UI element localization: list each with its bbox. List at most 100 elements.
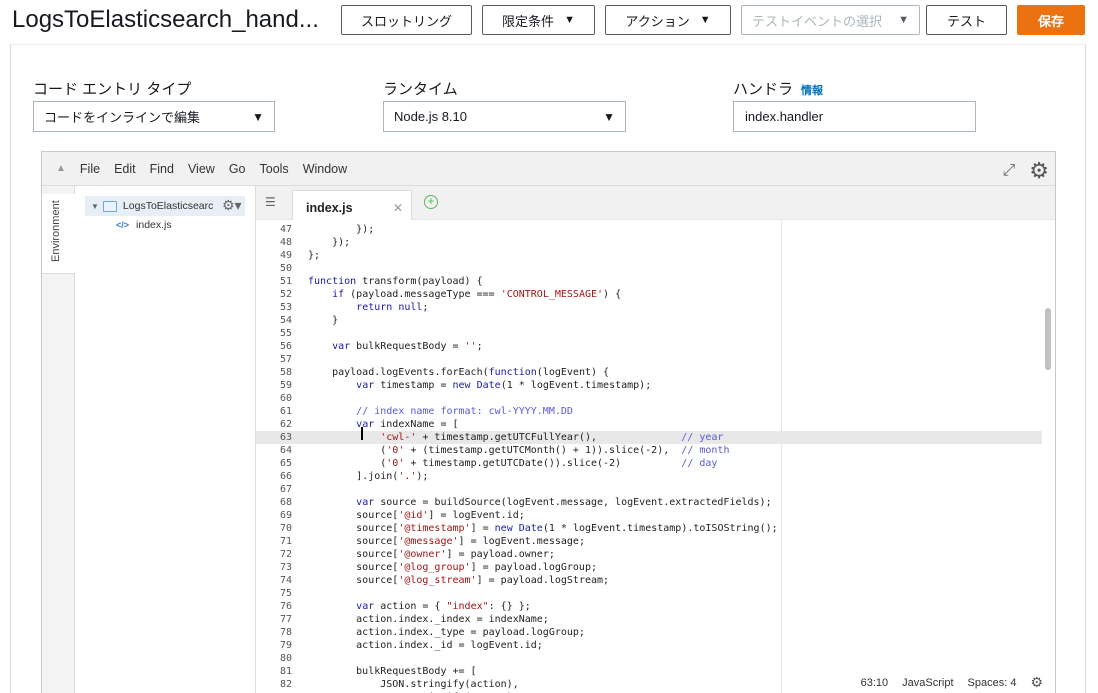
tab-index-js[interactable]: index.js ✕ [292, 190, 412, 220]
code-line[interactable]: 61 // index name format: cwl-YYYY.MM.DD [256, 405, 1042, 418]
code-text: // index name format: cwl-YYYY.MM.DD [356, 406, 573, 417]
code-line[interactable]: 67 [256, 483, 1042, 496]
code-text: ].join('.'); [308, 471, 429, 482]
code-line[interactable]: 47 }); [256, 223, 1042, 236]
qualifiers-button[interactable]: 限定条件 ▼ [482, 5, 595, 35]
code-line[interactable]: 60 [256, 392, 1042, 405]
tab-list-icon[interactable]: ☰ [265, 195, 276, 209]
code-line[interactable]: 80 [256, 652, 1042, 665]
tree-file-index-js[interactable]: </> index.js [116, 219, 172, 231]
code-line[interactable]: 74 source['@log_stream'] = payload.logSt… [256, 574, 1042, 587]
close-icon[interactable]: ✕ [393, 201, 403, 215]
code-line[interactable]: 58 payload.logEvents.forEach(function(lo… [256, 366, 1042, 379]
code-text: source['@id'] = logEvent.id; [308, 510, 525, 521]
actions-button[interactable]: アクション ▼ [605, 5, 731, 35]
code-line[interactable]: 59 var timestamp = new Date(1 * logEvent… [256, 379, 1042, 392]
code-line[interactable]: 54 } [256, 314, 1042, 327]
collapse-up-icon[interactable]: ▲ [56, 163, 66, 174]
code-line[interactable]: 70 source['@timestamp'] = new Date(1 * l… [256, 522, 1042, 535]
gear-icon[interactable]: ⚙ [1030, 674, 1043, 691]
code-line[interactable]: 71 source['@message'] = logEvent.message… [256, 535, 1042, 548]
runtime-label: ランタイム [383, 81, 458, 98]
code-line[interactable]: 76 var action = { "index": {} }; [256, 600, 1042, 613]
code-line[interactable]: 79 action.index._id = logEvent.id; [256, 639, 1042, 652]
ide-menubar: ▲ File Edit Find View Go Tools Window ⤢ … [42, 152, 1055, 186]
code-text: if (payload.messageType === 'CONTROL_MES… [332, 289, 622, 300]
menu-go[interactable]: Go [229, 162, 246, 176]
code-entry-type-label: コード エントリ タイプ [33, 81, 192, 98]
code-line[interactable]: 65 ('0' + timestamp.getUTCDate()).slice(… [256, 457, 1042, 470]
code-line[interactable]: 55 [256, 327, 1042, 340]
menu-tools[interactable]: Tools [260, 162, 289, 176]
code-line[interactable]: 49}; [256, 249, 1042, 262]
tree-root-label: LogsToElasticsearch [122, 200, 213, 212]
cursor-position[interactable]: 63:10 [861, 677, 889, 689]
code-line[interactable]: 77 action.index._index = indexName; [256, 613, 1042, 626]
menu-window[interactable]: Window [303, 162, 347, 176]
indent-setting[interactable]: Spaces: 4 [968, 677, 1017, 689]
code-text: bulkRequestBody += [ [308, 666, 477, 677]
save-button[interactable]: 保存 [1017, 5, 1085, 35]
environment-tab[interactable]: Environment [42, 194, 75, 274]
gear-icon[interactable]: ⚙▾ [222, 197, 242, 214]
code-line[interactable]: 57 [256, 353, 1042, 366]
test-event-select[interactable]: テストイベントの選択 ▼ [741, 5, 920, 35]
line-number: 73 [279, 562, 292, 573]
tree-root-folder[interactable]: ▼ LogsToElasticsearch ⚙▾ [85, 196, 245, 216]
menu-find[interactable]: Find [150, 162, 174, 176]
code-text: function transform(payload) { [308, 276, 483, 287]
line-number: 55 [279, 328, 292, 339]
handler-input[interactable]: index.handler [733, 101, 976, 132]
code-line[interactable]: 52 if (payload.messageType === 'CONTROL_… [256, 288, 1042, 301]
code-line[interactable]: 66 ].join('.'); [256, 470, 1042, 483]
language-mode[interactable]: JavaScript [902, 677, 953, 689]
code-line[interactable]: 51 function transform(payload) { [256, 275, 1042, 288]
menu-view[interactable]: View [188, 162, 215, 176]
code-line[interactable]: 56 var bulkRequestBody = ''; [256, 340, 1042, 353]
gear-icon[interactable]: ⚙ [1029, 158, 1049, 184]
line-number: 57 [279, 354, 292, 365]
code-text: 'cwl-' + timestamp.getUTCFullYear(), // … [380, 432, 724, 443]
code-line[interactable]: 78 action.index._type = payload.logGroup… [256, 626, 1042, 639]
code-text: ('0' + (timestamp.getUTCMonth() + 1)).sl… [308, 445, 730, 456]
throttle-button[interactable]: スロットリング [341, 5, 472, 35]
code-text: action.index._index = indexName; [308, 614, 549, 625]
vertical-scrollbar[interactable] [1045, 308, 1051, 370]
code-line[interactable]: 73 source['@log_group'] = payload.logGro… [256, 561, 1042, 574]
code-line[interactable]: 75 [256, 587, 1042, 600]
code-text: }); [308, 224, 375, 235]
code-line[interactable]: 50 [256, 262, 1042, 275]
menu-file[interactable]: File [80, 162, 100, 176]
code-line[interactable]: 62 var indexName = [ [256, 418, 1042, 431]
line-number: 77 [279, 614, 292, 625]
runtime-select[interactable]: Node.js 8.10 ▼ [383, 101, 626, 132]
code-line[interactable]: 64 ('0' + (timestamp.getUTCMonth() + 1))… [256, 444, 1042, 457]
code-line[interactable]: 48 }); [256, 236, 1042, 249]
line-number: 80 [279, 653, 292, 664]
line-number: 71 [279, 536, 292, 547]
test-button[interactable]: テスト [926, 5, 1007, 35]
code-text: JSON.stringify(action), [308, 679, 519, 690]
line-number: 70 [279, 523, 292, 534]
code-text: source['@log_stream'] = payload.logStrea… [308, 575, 610, 586]
actions-button-label: アクション [625, 13, 690, 29]
menu-edit[interactable]: Edit [114, 162, 136, 176]
code-line[interactable]: 63 'cwl-' + timestamp.getUTCFullYear(), … [256, 431, 1042, 444]
caret-down-icon[interactable]: ▼ [91, 202, 99, 211]
code-line[interactable]: 68 var source = buildSource(logEvent.mes… [256, 496, 1042, 509]
code-line[interactable]: 69 source['@id'] = logEvent.id; [256, 509, 1042, 522]
code-text: var bulkRequestBody = ''; [332, 341, 483, 352]
code-editor[interactable]: 83 JSON.stringify(source),82 JSON.string… [256, 220, 1055, 693]
code-text: ('0' + timestamp.getUTCDate()).slice(-2)… [308, 458, 718, 469]
code-line[interactable]: 72 source['@owner'] = payload.owner; [256, 548, 1042, 561]
code-text: source['@log_group'] = payload.logGroup; [308, 562, 597, 573]
folder-icon [102, 200, 117, 212]
line-number: 63 [279, 432, 292, 443]
handler-info-link[interactable]: 情報 [801, 85, 823, 97]
line-number: 59 [279, 380, 292, 391]
code-editor-ide: ▲ File Edit Find View Go Tools Window ⤢ … [41, 151, 1056, 693]
code-line[interactable]: 53 return null; [256, 301, 1042, 314]
fullscreen-icon[interactable]: ⤢ [1002, 162, 1015, 180]
code-entry-type-select[interactable]: コードをインラインで編集 ▼ [33, 101, 275, 132]
add-tab-icon[interactable]: + [424, 195, 438, 209]
